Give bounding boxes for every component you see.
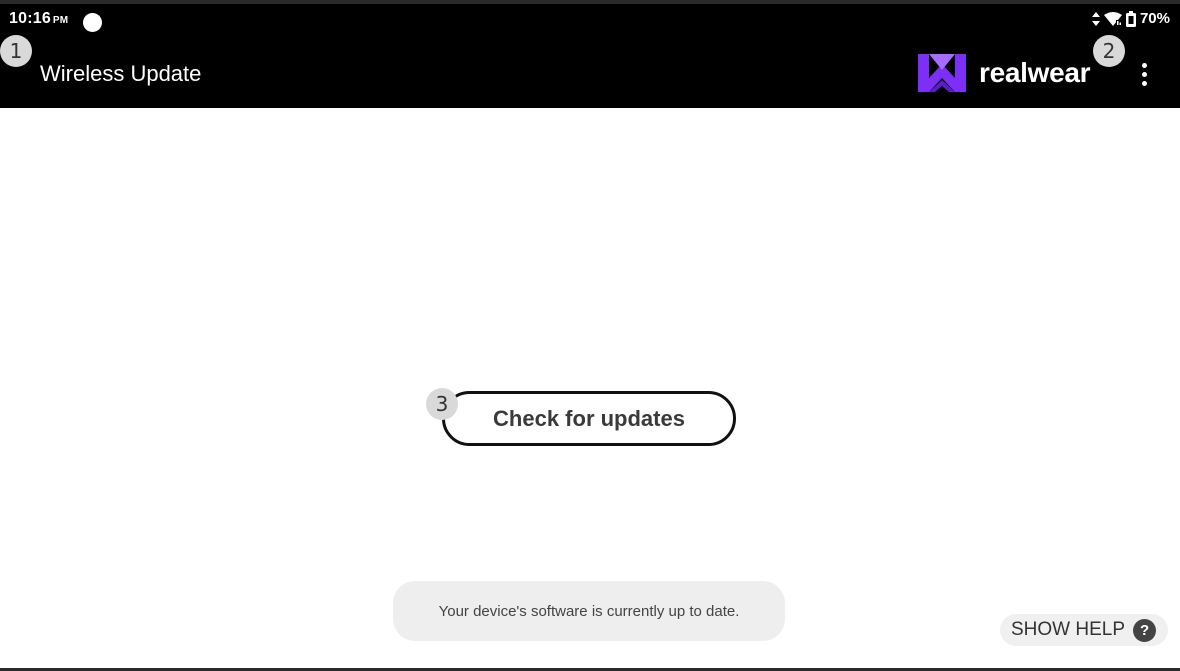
notification-dot-icon bbox=[83, 13, 102, 32]
battery-icon bbox=[1125, 10, 1136, 27]
wifi-icon bbox=[1103, 11, 1122, 26]
status-toast: Your device's software is currently up t… bbox=[393, 581, 785, 641]
marker-3: 3 bbox=[426, 388, 458, 420]
app-top-bar: 10:16 PM 70% Wireless Update realwear bbox=[0, 0, 1180, 108]
status-indicators: 70% bbox=[1091, 10, 1170, 27]
battery-percent: 70% bbox=[1139, 10, 1170, 27]
status-ampm: PM bbox=[52, 15, 69, 26]
realwear-logo-text: realwear bbox=[979, 57, 1091, 88]
data-arrows-icon bbox=[1091, 11, 1100, 26]
page-title: Wireless Update bbox=[40, 61, 202, 86]
marker-1: 1 bbox=[0, 35, 32, 67]
status-time: 10:16 PM bbox=[9, 10, 68, 28]
check-for-updates-button[interactable]: Check for updates bbox=[442, 391, 736, 446]
show-help-button[interactable]: SHOW HELP ? bbox=[1000, 614, 1168, 646]
status-time-value: 10:16 bbox=[9, 10, 51, 27]
marker-2: 2 bbox=[1093, 35, 1125, 67]
overflow-dot bbox=[1141, 62, 1147, 68]
toast-message: Your device's software is currently up t… bbox=[438, 602, 740, 620]
overflow-dot bbox=[1141, 71, 1147, 77]
help-icon: ? bbox=[1133, 618, 1157, 642]
realwear-logo-icon bbox=[918, 54, 966, 92]
realwear-logo: realwear bbox=[915, 50, 1091, 96]
overflow-menu-icon[interactable] bbox=[1132, 59, 1156, 89]
overflow-dot bbox=[1141, 80, 1147, 86]
show-help-label: SHOW HELP bbox=[1011, 619, 1126, 640]
